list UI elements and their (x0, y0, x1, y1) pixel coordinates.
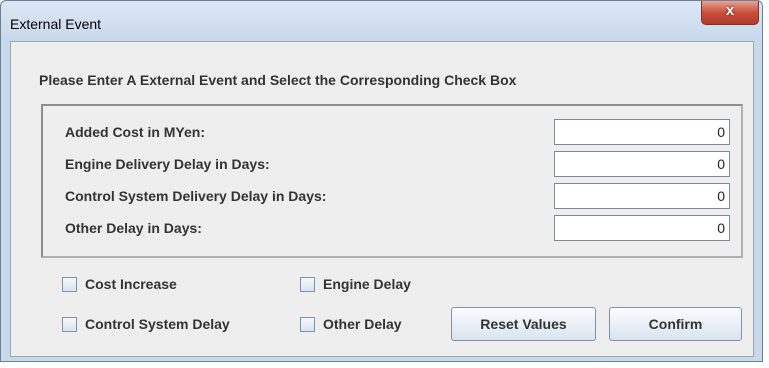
other-delay-days-input[interactable] (554, 215, 730, 241)
close-button[interactable]: x (701, 1, 759, 25)
engine-delay-days-label: Engine Delivery Delay in Days: (65, 156, 270, 172)
control-system-delay-label: Control System Delay (85, 316, 230, 332)
cost-increase-checkbox[interactable]: Cost Increase (62, 276, 177, 292)
fields-panel: Added Cost in MYen: Engine Delivery Dela… (41, 104, 743, 258)
window-title: External Event (10, 16, 102, 32)
added-cost-input[interactable] (554, 119, 730, 145)
control-system-delay-checkbox[interactable]: Control System Delay (62, 316, 230, 332)
other-delay-label: Other Delay (323, 316, 402, 332)
added-cost-label: Added Cost in MYen: (65, 124, 205, 140)
cost-increase-label: Cost Increase (85, 276, 177, 292)
close-icon: x (725, 2, 735, 19)
title-bar[interactable]: External Event x (1, 1, 762, 39)
reset-values-button[interactable]: Reset Values (451, 307, 596, 341)
control-system-delay-days-input[interactable] (554, 183, 730, 209)
control-system-delay-days-label: Control System Delivery Delay in Days: (65, 188, 327, 204)
checkbox-square-icon[interactable] (300, 316, 315, 332)
other-delay-days-label: Other Delay in Days: (65, 220, 202, 236)
dialog-window: External Event x Please Enter A External… (0, 0, 763, 362)
engine-delay-checkbox[interactable]: Engine Delay (300, 276, 411, 292)
checkbox-square-icon[interactable] (300, 276, 315, 292)
checkbox-square-icon[interactable] (62, 316, 77, 332)
checkbox-square-icon[interactable] (62, 276, 77, 292)
confirm-button[interactable]: Confirm (609, 307, 742, 341)
engine-delay-days-input[interactable] (554, 151, 730, 177)
instruction-text: Please Enter A External Event and Select… (39, 72, 517, 88)
engine-delay-label: Engine Delay (323, 276, 411, 292)
dialog-content: Please Enter A External Event and Select… (10, 41, 754, 357)
other-delay-checkbox[interactable]: Other Delay (300, 316, 402, 332)
